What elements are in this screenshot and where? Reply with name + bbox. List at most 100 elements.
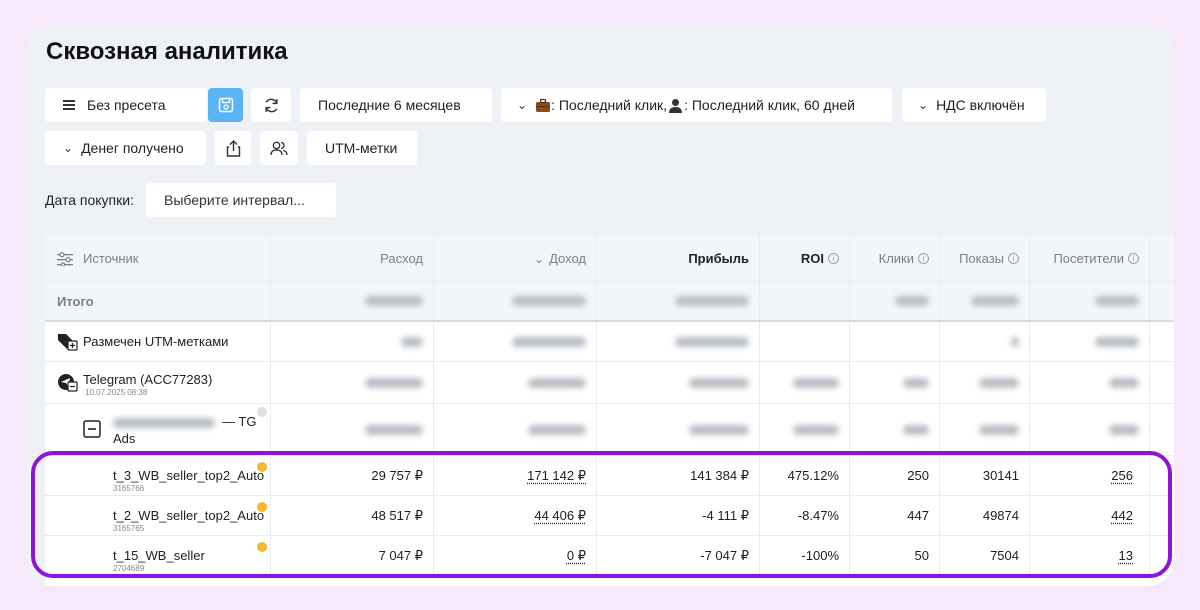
income-link[interactable]: 171 142 ₽ [527,468,586,484]
analytics-card: Сквозная аналитика Без пресета Последние… [26,26,1174,586]
expense-cell: 7 047 ₽ [271,536,434,575]
col-shows[interactable]: Показы [959,251,1004,266]
save-preset-button[interactable] [208,88,243,122]
income-link[interactable]: 0 ₽ [567,548,586,564]
blurred-value [675,336,749,347]
source-tg-ads-line2: Ads [113,431,136,446]
attribution-last: : Последний клик, 60 дней [684,97,855,113]
table-header: Источник Расход ⌄ Доход Прибыль ROI i Кли… [45,236,1174,282]
visitors-link[interactable]: 13 [1119,548,1133,563]
blurred-value [1095,336,1139,347]
shows-cell: 30141 [940,456,1030,495]
table-row[interactable]: — TG Ads [45,404,1174,456]
clicks-cell: 50 [850,536,940,575]
expense-cell: 29 757 ₽ [271,456,434,495]
campaign-id: 3165765 [113,524,145,533]
info-icon[interactable]: i [918,253,929,264]
profit-cell: -4 111 ₽ [597,496,760,535]
blurred-value [365,424,423,435]
visitors-link[interactable]: 256 [1111,468,1133,483]
campaign-name[interactable]: t_15_WB_seller [113,548,205,563]
purchase-date-input[interactable]: Выберите интервал... [146,183,336,217]
table-row[interactable]: t_15_WB_seller 2704689 7 047 ₽ 0 ₽ -7 04… [45,536,1174,576]
campaign-name[interactable]: t_3_WB_seller_top2_Auto [113,468,264,483]
blurred-value [528,377,586,388]
shows-cell: 49874 [940,496,1030,535]
users-icon [270,141,288,155]
col-expense[interactable]: Расход [380,251,423,266]
col-visitors[interactable]: Посетители [1053,251,1124,266]
utm-tags-label: UTM-метки [325,140,398,156]
blurred-value [528,424,586,435]
blurred-value [903,424,929,435]
col-profit[interactable]: Прибыль [688,251,749,266]
campaign-id: 3165766 [113,484,145,493]
preset-select[interactable]: Без пресета [45,88,207,122]
blurred-value [689,377,749,388]
table-row[interactable]: Telegram (ACC77283) 10.07.2025 08:38 [45,362,1174,404]
vat-label: НДС включён [936,97,1025,113]
clicks-cell: 447 [850,496,940,535]
blurred-value [365,296,423,306]
purchase-date-label: Дата покупки: [45,192,134,208]
campaign-name[interactable]: t_2_WB_seller_top2_Auto [113,508,264,523]
campaign-id: 2704689 [113,564,145,573]
sort-chevron-icon: ⌄ [534,251,545,266]
status-dot [257,502,267,512]
info-icon[interactable]: i [828,253,839,264]
info-icon[interactable]: i [1128,253,1139,264]
chevron-down-icon: ⌄ [918,98,929,112]
refresh-icon [264,98,278,112]
money-select[interactable]: ⌄ Денег получено [45,131,206,165]
roi-cell: 475.12% [760,456,850,495]
period-select[interactable]: Последние 6 месяцев [300,88,492,122]
preset-label: Без пресета [87,97,166,113]
status-dot [257,542,267,552]
expense-cell: 48 517 ₽ [271,496,434,535]
info-icon[interactable]: i [1008,253,1019,264]
visitors-link[interactable]: 442 [1111,508,1133,523]
export-button[interactable] [215,131,251,165]
col-income[interactable]: Доход [549,251,586,266]
profit-cell: 141 384 ₽ [597,456,760,495]
blurred-value [689,424,749,435]
table-row[interactable]: t_3_WB_seller_top2_Auto 3165766 29 757 ₽… [45,456,1174,496]
col-clicks[interactable]: Клики [879,251,914,266]
profit-cell: -7 047 ₽ [597,536,760,575]
utm-tags-button[interactable]: UTM-метки [307,131,417,165]
audience-button[interactable] [260,131,298,165]
status-dot [257,407,267,417]
blurred-value [512,336,586,347]
refresh-button[interactable] [251,88,291,122]
blurred-value [971,296,1019,306]
telegram-icon [58,374,78,392]
table-row[interactable]: t_2_WB_seller_top2_Auto 3165765 48 517 ₽… [45,496,1174,536]
source-tg-ads[interactable]: — TG [222,414,256,429]
user-silhouette-icon [669,98,683,113]
vat-select[interactable]: ⌄ НДС включён [902,88,1046,122]
sliders-icon[interactable] [57,251,73,266]
source-telegram[interactable]: Telegram (ACC77283) [83,372,212,387]
table-row[interactable]: Размечен UTM-метками [45,322,1174,362]
blurred-value [1095,296,1139,306]
col-roi[interactable]: ROI [801,251,824,266]
col-source[interactable]: Источник [83,251,139,266]
source-utm[interactable]: Размечен UTM-метками [83,334,228,349]
chevron-down-icon: ⌄ [517,98,528,112]
roi-cell: -8.47% [760,496,850,535]
blurred-value [1109,424,1139,435]
attribution-first: : Последний клик, [551,97,668,113]
menu-icon [63,100,75,110]
chevron-down-icon: ⌄ [63,141,74,155]
share-icon [226,139,240,157]
blurred-value [365,377,423,388]
attribution-select[interactable]: ⌄ : Последний клик, : Последний клик, 60… [501,88,892,122]
income-link[interactable]: 44 406 ₽ [534,508,586,524]
total-row: Итого [45,282,1174,322]
collapse-icon[interactable] [83,420,101,438]
status-dot [257,462,267,472]
clicks-cell: 250 [850,456,940,495]
blurred-value [793,377,839,388]
page-title: Сквозная аналитика [46,38,288,65]
blurred-value [979,424,1019,435]
